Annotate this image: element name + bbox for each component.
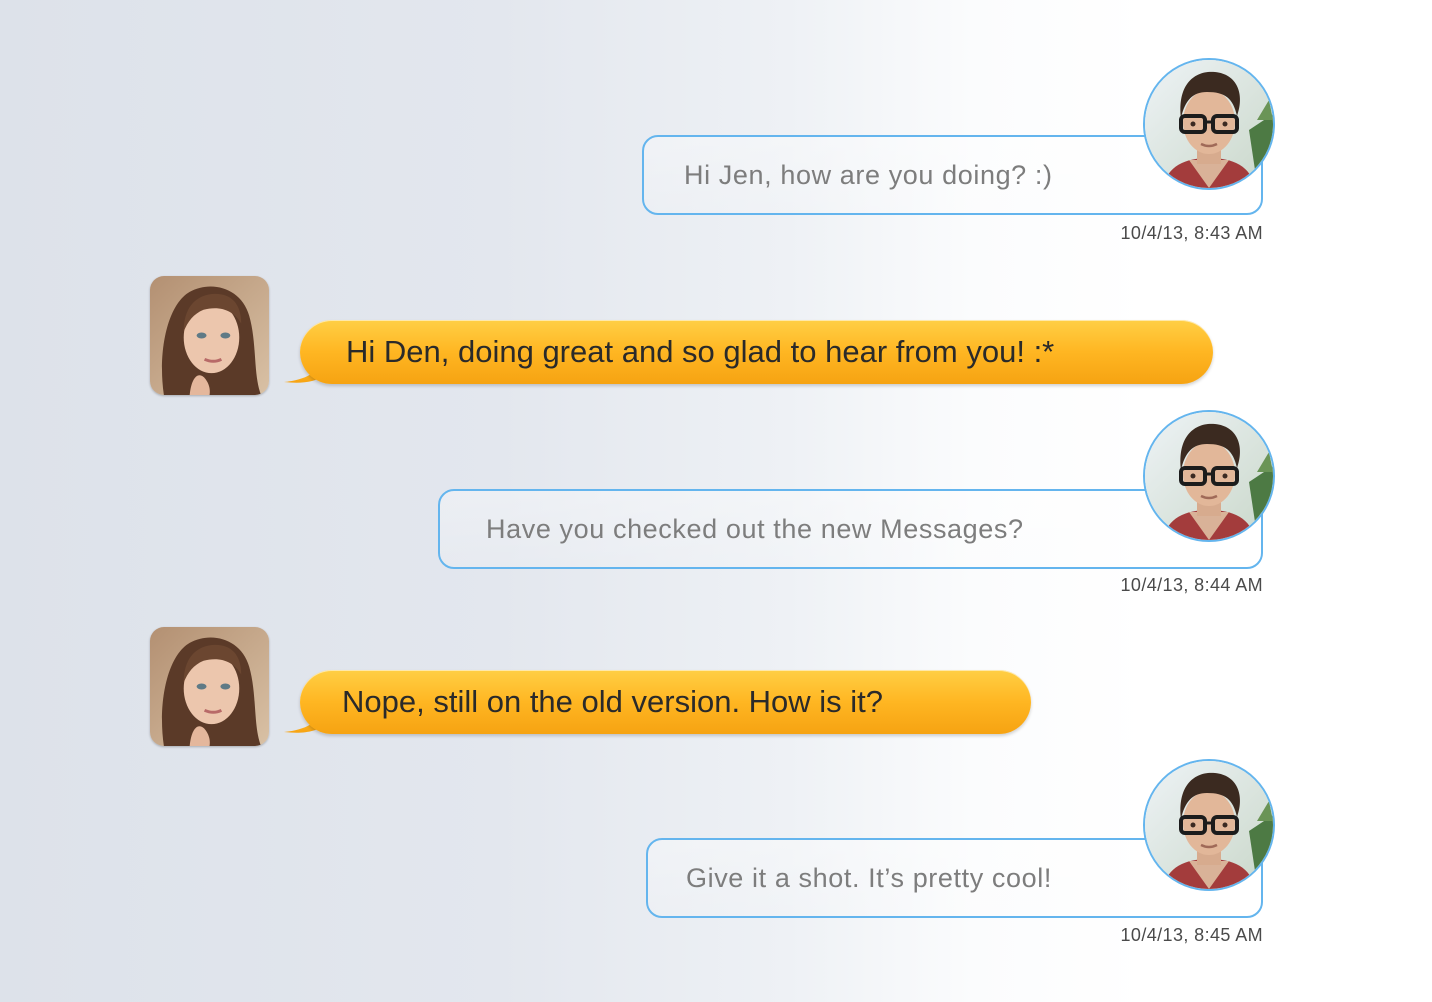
den-avatar[interactable] — [1143, 410, 1275, 542]
jen-avatar[interactable] — [150, 627, 269, 746]
outgoing-message-text: Hi Jen, how are you doing? :) — [684, 159, 1053, 190]
den-avatar[interactable] — [1143, 759, 1275, 891]
conversation-thread: Hi Jen, how are you doing? :) 10/4/13, 8… — [0, 0, 1432, 1002]
incoming-message-text: Hi Den, doing great and so glad to hear … — [346, 334, 1055, 369]
jen-avatar[interactable] — [150, 276, 269, 395]
outgoing-message-text: Have you checked out the new Messages? — [486, 513, 1024, 544]
message-timestamp: 10/4/13, 8:43 AM — [1120, 223, 1263, 243]
outgoing-message-text: Give it a shot. It’s pretty cool! — [686, 862, 1052, 893]
message-timestamp: 10/4/13, 8:44 AM — [1120, 575, 1263, 595]
incoming-message-text: Nope, still on the old version. How is i… — [342, 684, 884, 719]
message-timestamp: 10/4/13, 8:45 AM — [1120, 925, 1263, 945]
den-avatar[interactable] — [1143, 58, 1275, 190]
